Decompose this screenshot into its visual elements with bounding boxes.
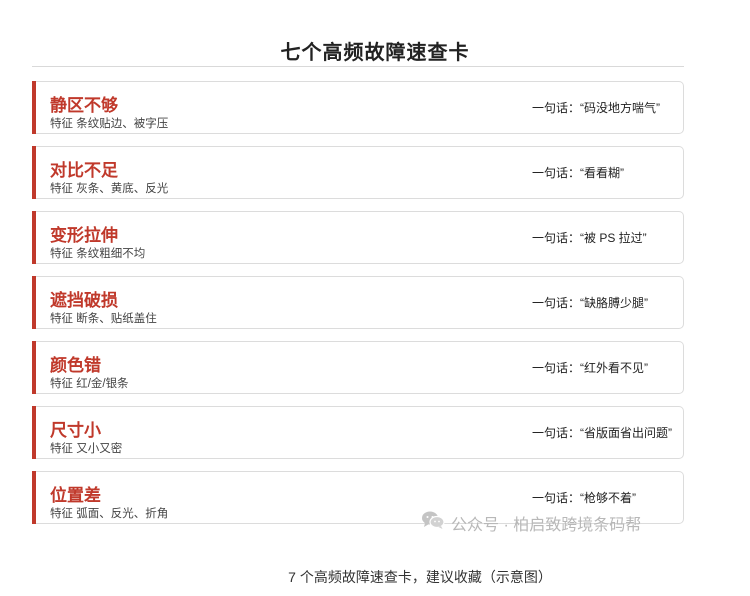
fault-quote: 一句话：“红外看不见”: [532, 361, 648, 375]
fault-card: 尺寸小 特征 又小又密 一句话：“省版面省出问题”: [32, 406, 684, 459]
fault-card: 静区不够 特征 条纹贴边、被字压 一句话：“码没地方喘气”: [32, 81, 684, 134]
fault-card: 颜色错 特征 红/金/银条 一句话：“红外看不见”: [32, 341, 684, 394]
fault-feature: 特征 断条、贴纸盖住: [50, 313, 157, 325]
watermark: 公众号 · 柏启致跨境条码帮: [421, 510, 641, 535]
fault-name: 变形拉伸: [50, 226, 118, 245]
figure-caption: 7 个高频故障速查卡，建议收藏（示意图）: [288, 569, 552, 585]
page-title: 七个高频故障速查卡: [280, 40, 470, 64]
fault-name: 对比不足: [50, 161, 118, 180]
fault-quote: 一句话：“看看糊”: [532, 166, 624, 180]
fault-name: 遮挡破损: [50, 291, 118, 310]
fault-quote: 一句话：“码没地方喘气”: [532, 101, 660, 115]
fault-name: 尺寸小: [50, 421, 101, 440]
fault-card: 变形拉伸 特征 条纹粗细不均 一句话：“被 PS 拉过”: [32, 211, 684, 264]
fault-quote: 一句话：“省版面省出问题”: [532, 426, 672, 440]
fault-name: 颜色错: [50, 356, 101, 375]
fault-feature: 特征 弧面、反光、折角: [50, 508, 169, 520]
fault-feature: 特征 条纹贴边、被字压: [50, 118, 169, 130]
fault-quote: 一句话：“被 PS 拉过”: [532, 231, 647, 245]
fault-name: 静区不够: [50, 96, 118, 115]
fault-quote: 一句话：“枪够不着”: [532, 491, 636, 505]
fault-name: 位置差: [50, 486, 101, 505]
fault-feature: 特征 灰条、黄底、反光: [50, 183, 169, 195]
fault-feature: 特征 条纹粗细不均: [50, 248, 146, 260]
fault-card: 对比不足 特征 灰条、黄底、反光 一句话：“看看糊”: [32, 146, 684, 199]
watermark-text: 公众号 · 柏启致跨境条码帮: [451, 516, 642, 534]
fault-card: 遮挡破损 特征 断条、贴纸盖住 一句话：“缺胳膊少腿”: [32, 276, 684, 329]
fault-feature: 特征 又小又密: [50, 443, 123, 455]
title-divider: [32, 66, 684, 67]
fault-quote: 一句话：“缺胳膊少腿”: [532, 296, 648, 310]
wechat-icon: [421, 510, 445, 535]
fault-card-list: 静区不够 特征 条纹贴边、被字压 一句话：“码没地方喘气” 对比不足 特征 灰条…: [32, 81, 684, 536]
fault-feature: 特征 红/金/银条: [50, 378, 129, 390]
